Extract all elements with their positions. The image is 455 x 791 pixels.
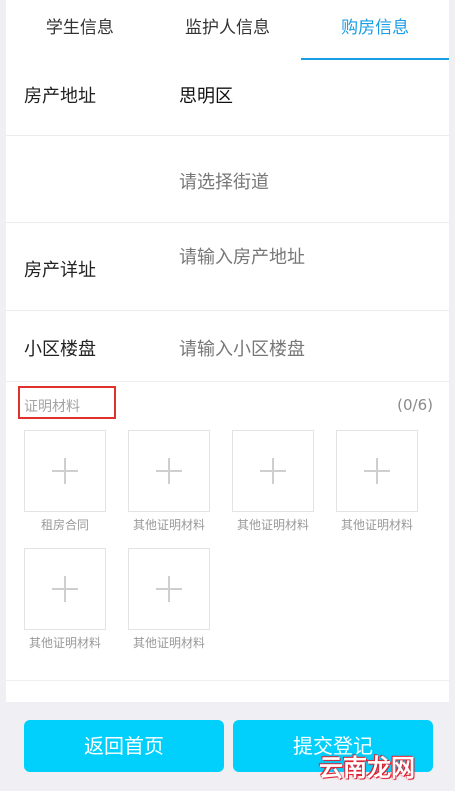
tab-guardian-info[interactable]: 监护人信息 — [154, 0, 302, 58]
upload-label: 其他证明材料 — [132, 636, 205, 650]
upload-other-proof-1[interactable] — [128, 430, 210, 512]
plus-icon — [52, 576, 78, 602]
plus-icon — [364, 458, 390, 484]
plus-icon — [156, 576, 182, 602]
street-select[interactable]: 请选择街道 — [179, 168, 269, 194]
plus-icon — [52, 458, 78, 484]
street-row: 请选择街道 — [6, 136, 449, 223]
upload-label: 其他证明材料 — [340, 518, 413, 532]
upload-rental-contract[interactable] — [24, 430, 106, 512]
plus-icon — [260, 458, 286, 484]
community-label: 小区楼盘 — [24, 339, 96, 360]
proof-title: 证明材料 — [24, 399, 80, 415]
upload-other-proof-4[interactable] — [24, 548, 106, 630]
watermark-logo: 云南龙网 — [319, 754, 415, 782]
section-divider — [6, 680, 449, 681]
purchase-info-page: 学生信息 监护人信息 购房信息 房产地址 思明区 请选择街道 房产详址 请输入房… — [6, 0, 449, 791]
upload-other-proof-3[interactable] — [336, 430, 418, 512]
upload-label: 其他证明材料 — [236, 518, 309, 532]
tab-bar: 学生信息 监护人信息 购房信息 — [6, 0, 449, 60]
proof-count: (0/6) — [397, 396, 433, 414]
upload-other-proof-2[interactable] — [232, 430, 314, 512]
property-detail-row: 房产详址 请输入房产地址 — [6, 223, 449, 311]
back-home-button[interactable]: 返回首页 — [24, 720, 224, 772]
property-detail-label: 房产详址 — [24, 260, 96, 281]
district-select[interactable]: 思明区 — [179, 82, 233, 108]
community-row: 小区楼盘 请输入小区楼盘 — [6, 311, 449, 382]
upload-label: 租房合同 — [40, 518, 89, 532]
tab-purchase-info[interactable]: 购房信息 — [301, 0, 449, 60]
upload-label: 其他证明材料 — [28, 636, 101, 650]
upload-other-proof-5[interactable] — [128, 548, 210, 630]
property-detail-input[interactable]: 请输入房产地址 — [179, 243, 305, 269]
upload-label: 其他证明材料 — [132, 518, 205, 532]
property-address-label: 房产地址 — [24, 86, 96, 107]
community-input[interactable]: 请输入小区楼盘 — [179, 335, 305, 361]
tab-student-info[interactable]: 学生信息 — [6, 0, 154, 58]
property-address-row: 房产地址 思明区 — [6, 58, 449, 136]
plus-icon — [156, 458, 182, 484]
